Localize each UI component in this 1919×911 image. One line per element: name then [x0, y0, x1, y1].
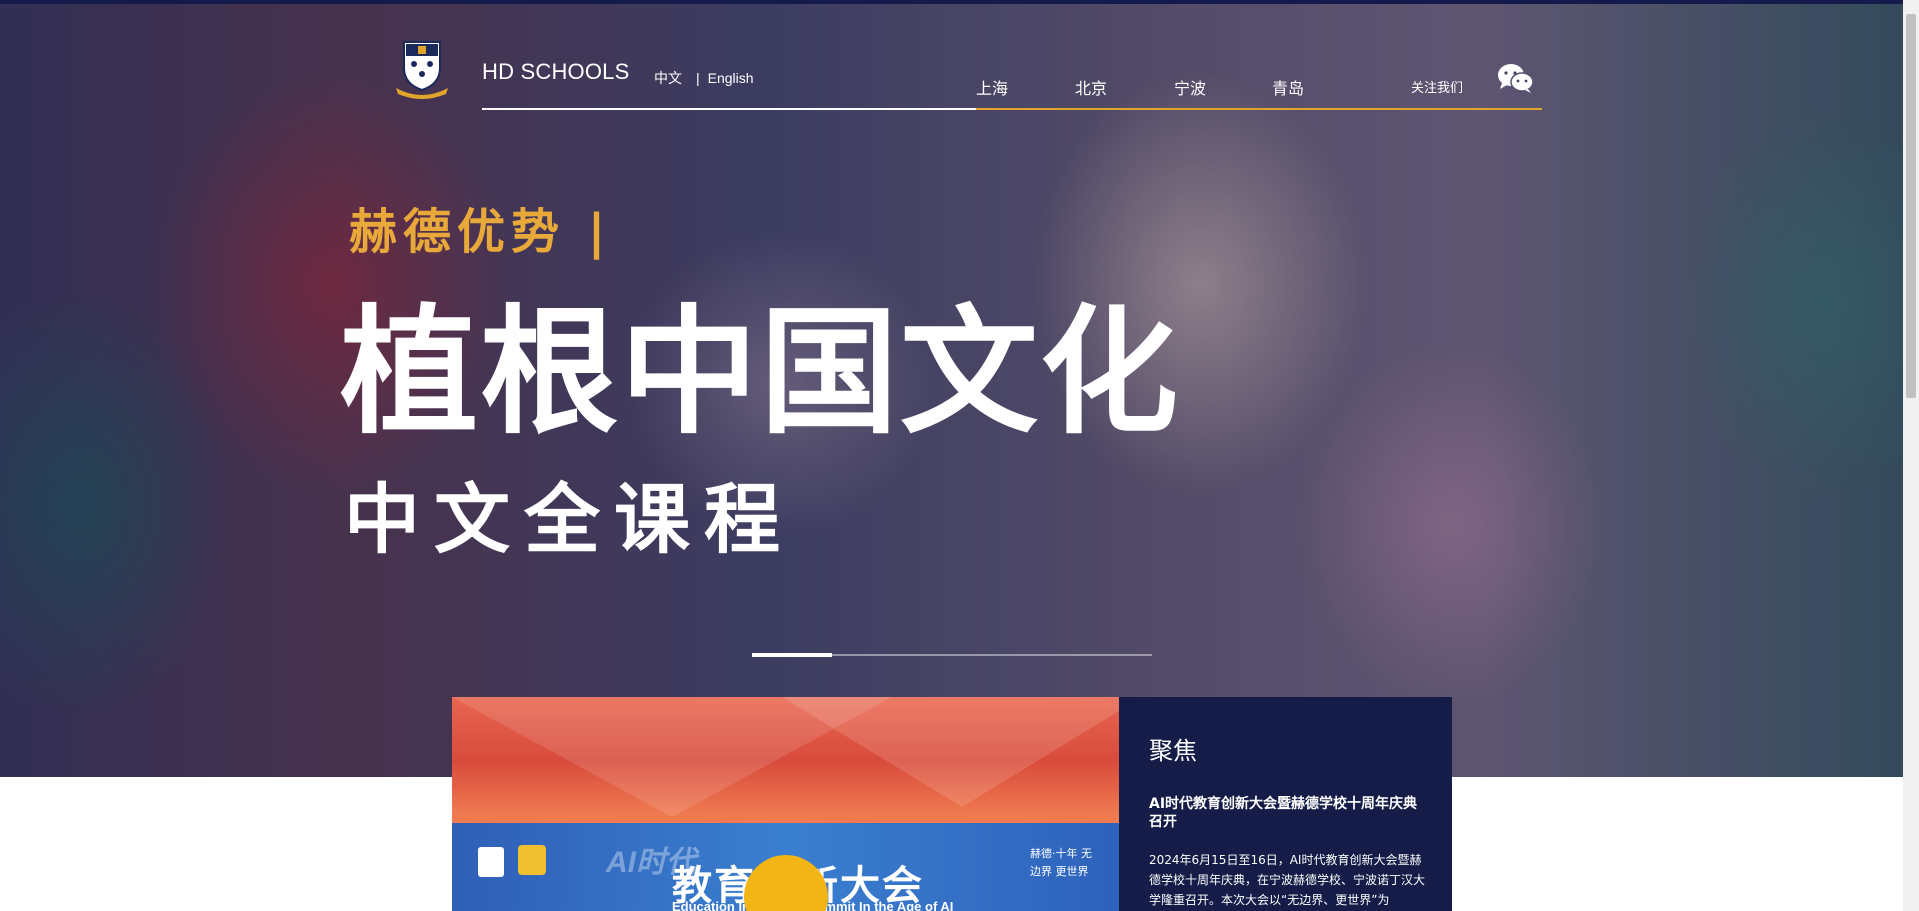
banner-partner-logo — [518, 845, 546, 875]
focus-summary: 2024年6月15日至16日，AI时代教育创新大会暨赫德学校十周年庆典，在宁波赫… — [1149, 853, 1426, 907]
wechat-icon[interactable] — [1496, 62, 1534, 94]
hero-tagline: 赫德优势 | — [349, 204, 612, 260]
stage-light-decor — [782, 697, 1119, 807]
banner-school-logo — [478, 847, 504, 877]
language-switcher: 中文 | English — [654, 68, 760, 88]
brand-name[interactable]: HD SCHOOLS — [482, 59, 629, 85]
scrollbar-thumb[interactable] — [1906, 14, 1916, 398]
focus-headline-link[interactable]: AI时代教育创新大会暨赫德学校十周年庆典召开 — [1149, 795, 1429, 831]
nav-shanghai[interactable]: 上海 — [976, 75, 1008, 99]
lang-english-link[interactable]: English — [708, 70, 754, 86]
slider-progress-active — [752, 653, 832, 657]
school-crest-logo[interactable] — [392, 38, 452, 100]
lang-separator: | — [696, 70, 700, 86]
banner-slogan: 赫德·十年 无边界 更世界 — [1030, 847, 1092, 878]
nav-qingdao[interactable]: 青岛 — [1272, 75, 1304, 99]
follow-us-link[interactable]: 关注我们 — [1411, 77, 1463, 96]
lang-chinese-link[interactable]: 中文 — [654, 70, 682, 86]
nav-ningbo[interactable]: 宁波 — [1174, 75, 1206, 99]
nav-underline-accent — [976, 108, 1542, 110]
nav-beijing[interactable]: 北京 — [1075, 75, 1107, 99]
focus-panel: 聚焦 AI时代教育创新大会暨赫德学校十周年庆典召开 2024年6月15日至16日… — [1119, 697, 1452, 911]
hero-title: 植根中国文化 — [340, 292, 1181, 453]
hero-subtitle: 中文全课程 — [344, 475, 794, 564]
hero-banner[interactable]: HD SCHOOLS 中文 | English 上海 北京 宁波 青岛 关注我们 赫… — [0, 4, 1903, 777]
video-thumbnail[interactable]: AI时代 教育创新大会 Education Innovation Summit … — [452, 697, 1119, 911]
focus-title: 聚焦 — [1149, 737, 1197, 765]
